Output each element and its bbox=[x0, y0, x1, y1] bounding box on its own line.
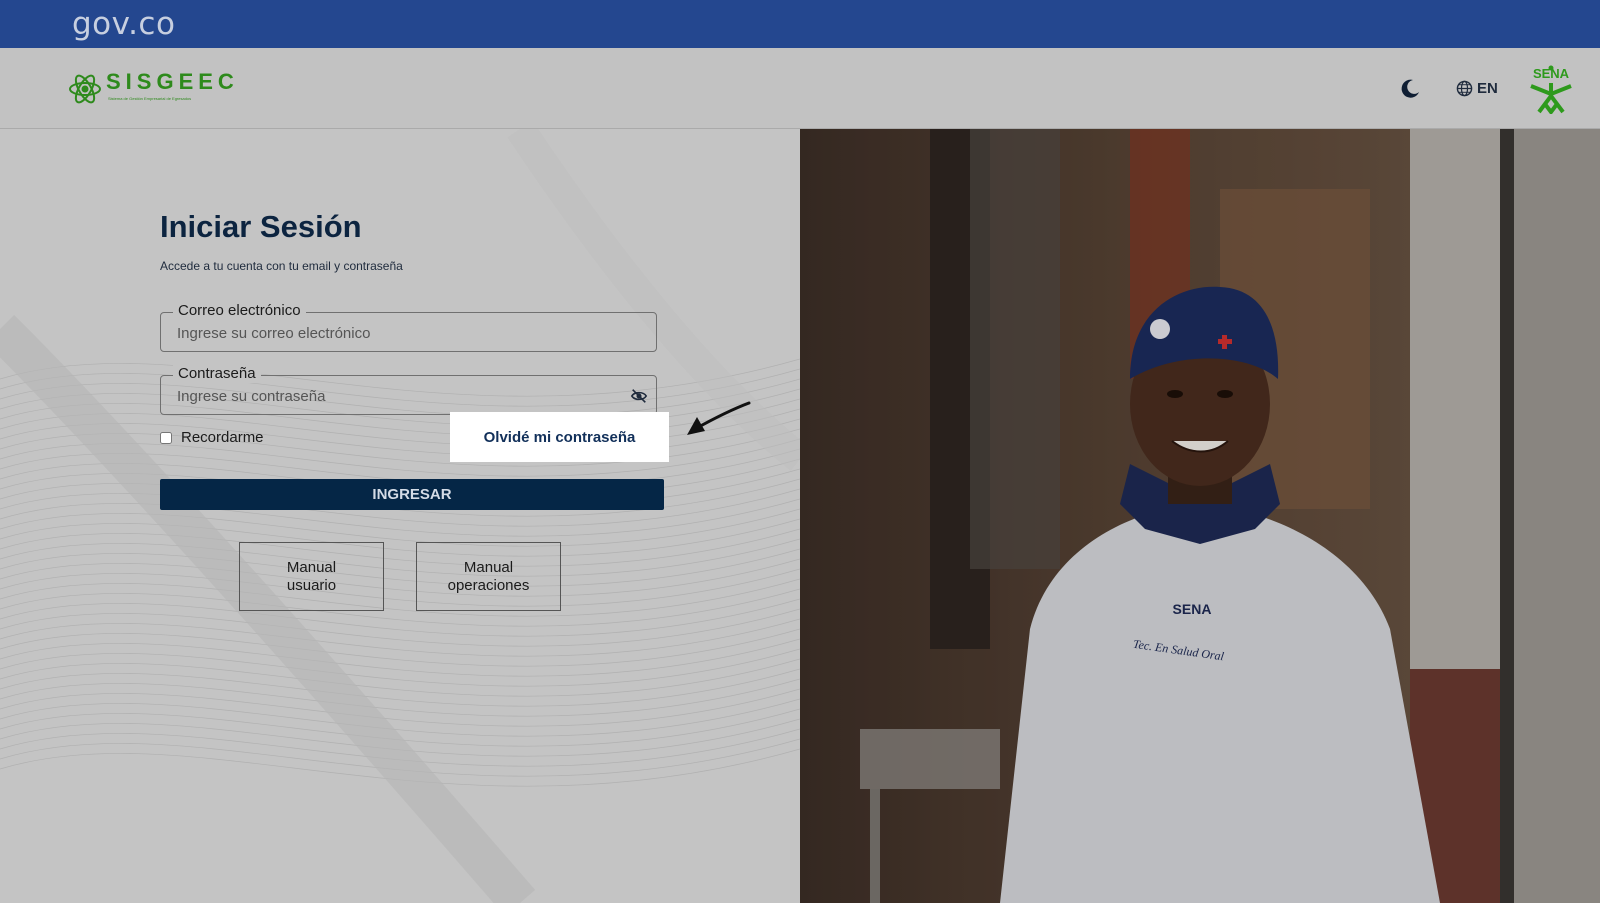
gov-co-logo-text: gov.co bbox=[72, 6, 176, 42]
email-field: Correo electrónico bbox=[160, 302, 657, 352]
app-header: SISGEEC Sistema de Gestión Empresarial d… bbox=[0, 48, 1600, 129]
remember-label: Recordarme bbox=[181, 429, 264, 446]
password-label: Contraseña bbox=[173, 365, 261, 383]
gov-co-logo[interactable]: gov.co bbox=[72, 4, 175, 44]
eye-off-icon[interactable] bbox=[630, 387, 648, 405]
remember-checkbox[interactable] bbox=[160, 431, 172, 444]
submit-button[interactable]: INGRESAR bbox=[160, 479, 664, 510]
hero-photo: SENA Tec. En Salud Oral bbox=[800, 129, 1600, 903]
language-toggle[interactable]: EN bbox=[1456, 77, 1498, 99]
email-label: Correo electrónico bbox=[173, 302, 306, 320]
moon-icon[interactable] bbox=[1398, 77, 1422, 101]
hero-photo-illustration: SENA Tec. En Salud Oral bbox=[800, 129, 1600, 903]
login-pane: Iniciar Sesión Accede a tu cuenta con tu… bbox=[0, 129, 800, 903]
annotation-arrow-icon bbox=[687, 401, 751, 435]
sisgeec-logo[interactable]: SISGEEC Sistema de Gestión Empresarial d… bbox=[68, 68, 234, 108]
password-field: Contraseña bbox=[160, 365, 657, 415]
brand-name: SISGEEC bbox=[106, 69, 239, 94]
gov-co-bar: gov.co bbox=[0, 0, 1600, 48]
page-title: Iniciar Sesión bbox=[160, 209, 362, 244]
brand-subtitle: Sistema de Gestión Empresarial de Egresa… bbox=[108, 96, 192, 101]
manual-user-button[interactable]: Manual usuario bbox=[239, 542, 384, 611]
remember-me[interactable]: Recordarme bbox=[160, 429, 264, 446]
forgot-password-link[interactable]: Olvidé mi contraseña bbox=[450, 412, 669, 462]
sena-logo[interactable]: SENA bbox=[1525, 64, 1577, 114]
language-label: EN bbox=[1477, 79, 1498, 97]
login-form: Iniciar Sesión Accede a tu cuenta con tu… bbox=[0, 129, 800, 903]
email-input[interactable] bbox=[177, 323, 617, 343]
password-input[interactable] bbox=[177, 386, 617, 406]
manual-operations-button[interactable]: Manual operaciones bbox=[416, 542, 561, 611]
globe-icon bbox=[1456, 80, 1473, 96]
atom-logo-icon bbox=[69, 74, 101, 104]
page-subtitle: Accede a tu cuenta con tu email y contra… bbox=[160, 259, 403, 273]
